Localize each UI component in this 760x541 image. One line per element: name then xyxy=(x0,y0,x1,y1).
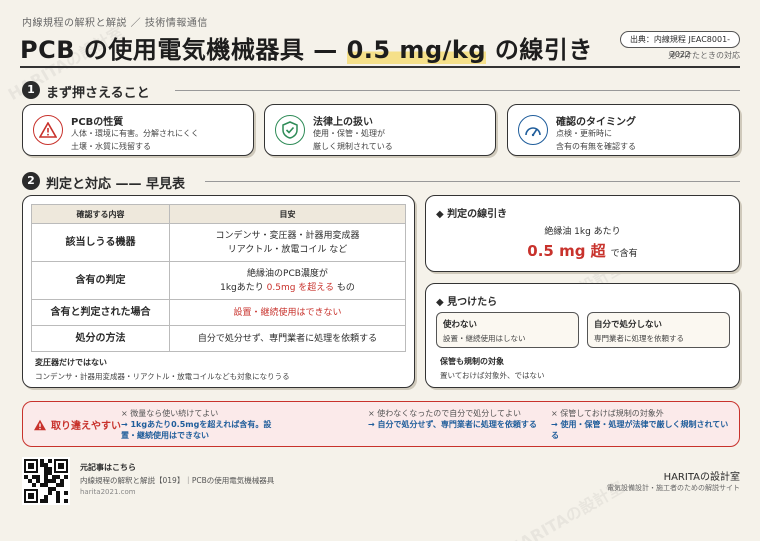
mistakes-label: 取り違えやすい xyxy=(33,417,121,432)
threshold-value: 0.5 mg 超 で含有 xyxy=(527,242,638,260)
storage-note-title: 保管も規制の対象 xyxy=(440,357,504,366)
row-label: 該当しうる機器 xyxy=(31,223,170,262)
info-card-timing: 確認のタイミング 点検・更新時に 含有の有無を確認する xyxy=(507,104,740,156)
source-badge: 出典：内線規程 JEAC8001-2022 xyxy=(620,31,740,59)
row-value: 自分で処分せず、専門業者に処理を依頼する xyxy=(169,325,406,352)
mistake-item: × 保管しておけば規制の対象外 → 使用・保管・処理が法律で厳しく規制されている xyxy=(551,409,729,440)
quick-reference-table: 確認する内容 目安 該当しうる機器 コンデンサ・変圧器・計器用変成器 リアクトル・… xyxy=(31,204,406,352)
table-row: 含有の判定 絶縁油のPCB濃度が 1kgあたり 0.5mg を超える もの xyxy=(31,261,406,300)
card-text: 点検・更新時に 含有の有無を確認する xyxy=(556,129,636,151)
qr-code[interactable] xyxy=(22,457,70,505)
brand-tagline: 電気設備設計・施工者のための解説サイト xyxy=(607,484,740,492)
table-note-title: 変圧器だけではない xyxy=(35,358,107,367)
source-note: 見つけたときの対応 xyxy=(668,51,740,60)
row-label: 含有と判定された場合 xyxy=(31,299,170,326)
card-title: 確認のタイミング xyxy=(556,117,636,128)
table-note-text: コンデンサ・計器用変成器・リアクトル・放電コイルなども対象になりうる xyxy=(35,372,290,381)
section-divider xyxy=(205,181,740,182)
warning-icon xyxy=(33,115,63,145)
do-not-use-box: 使わない 設置・継続使用はしない xyxy=(436,312,579,348)
row-value: 設置・継続使用はできない xyxy=(169,299,406,326)
page-title: PCB の使用電気機械器具 — 0.5 mg/kg の線引き xyxy=(20,36,593,64)
original-article-title[interactable]: 内線規程の解釈と解説【019】｜PCBの使用電気機械器具 xyxy=(80,475,274,486)
table-header: 目安 xyxy=(169,204,406,224)
if-found-title: ◆ 見つけたら xyxy=(436,297,498,308)
quick-reference-card: 確認する内容 目安 該当しうる機器 コンデンサ・変圧器・計器用変成器 リアクトル・… xyxy=(22,195,415,388)
threshold-sub: 絶縁油 1kg あたり xyxy=(544,227,621,237)
if-found-card: ◆ 見つけたら 使わない 設置・継続使用はしない 自分で処分しない 専門業者に処… xyxy=(425,283,740,388)
mistake-item: × 微量なら使い続けてよい → 1kgあたり0.5mgを超えれば含有。設置・継続… xyxy=(121,409,272,440)
table-header: 確認する内容 xyxy=(31,204,170,224)
card-title: PCBの性質 xyxy=(71,117,124,128)
title-divider xyxy=(20,66,740,68)
mistake-item: × 使わなくなったので自分で処分してよい → 自分で処分せず、専門業者に処理を依… xyxy=(368,409,537,429)
section-divider xyxy=(175,90,740,91)
section-number: 1 xyxy=(22,81,40,99)
kicker: 内線規程の解釈と解説 ／ 技術情報通信 xyxy=(22,18,208,29)
row-value: コンデンサ・変圧器・計器用変成器 リアクトル・放電コイル など xyxy=(169,223,406,262)
storage-note-text: 置いておけば対象外、ではない xyxy=(440,371,545,380)
brand-name: HARITAの設計室 xyxy=(663,472,740,483)
gauge-icon xyxy=(518,115,548,145)
section-number: 2 xyxy=(22,172,40,190)
section-title: 判定と対応 —— 早見表 xyxy=(46,177,186,192)
threshold-card: ◆ 判定の線引き 絶縁油 1kg あたり 0.5 mg 超 で含有 xyxy=(425,195,740,272)
table-row: 該当しうる機器 コンデンサ・変圧器・計器用変成器 リアクトル・放電コイル など xyxy=(31,223,406,262)
do-not-dispose-box: 自分で処分しない 専門業者に処理を依頼する xyxy=(587,312,730,348)
common-mistakes-banner: 取り違えやすい × 微量なら使い続けてよい → 1kgあたり0.5mgを超えれば… xyxy=(22,401,740,447)
site-url[interactable]: harita2021.com xyxy=(80,488,136,496)
shield-check-icon xyxy=(275,115,305,145)
row-label: 含有の判定 xyxy=(31,261,170,300)
section-title: まず押さえること xyxy=(46,86,150,101)
table-row: 含有と判定された場合 設置・継続使用はできない xyxy=(31,299,406,326)
threshold-title: ◆ 判定の線引き xyxy=(436,209,508,220)
info-card-law: 法律上の扱い 使用・保管・処理が 厳しく規制されている xyxy=(264,104,496,156)
card-text: 人体・環境に有害。分解されにくく 土壌・水質に残留する xyxy=(71,129,199,151)
original-article-label: 元記事はこちら xyxy=(80,463,136,472)
table-row: 処分の方法 自分で処分せず、専門業者に処理を依頼する xyxy=(31,325,406,352)
row-label: 処分の方法 xyxy=(31,325,170,352)
warning-icon xyxy=(34,419,46,430)
info-card-pcb: PCBの性質 人体・環境に有害。分解されにくく 土壌・水質に残留する xyxy=(22,104,254,156)
card-text: 使用・保管・処理が 厳しく規制されている xyxy=(313,129,393,151)
row-value: 絶縁油のPCB濃度が 1kgあたり 0.5mg を超える もの xyxy=(169,261,406,300)
card-title: 法律上の扱い xyxy=(313,117,373,128)
